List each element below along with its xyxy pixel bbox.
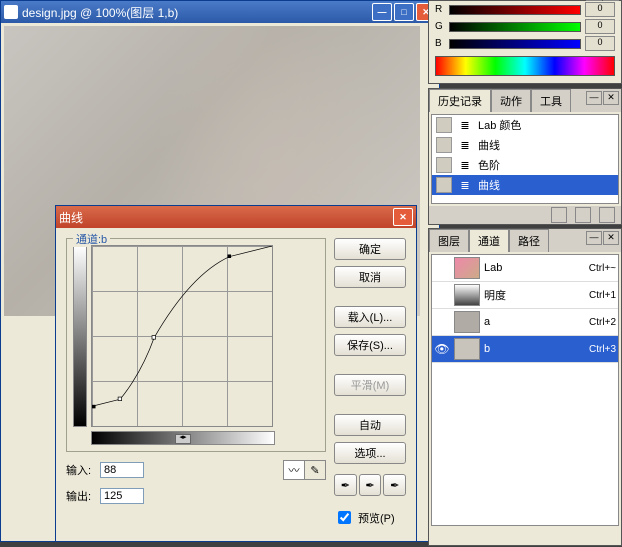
visibility-icon[interactable]: [434, 314, 450, 330]
app-icon: [4, 5, 18, 19]
channel-name: b: [484, 343, 585, 355]
g-label: G: [435, 21, 445, 32]
history-list: ≣ Lab 颜色 ≣ 曲线 ≣ 色阶 ≣ 曲线: [431, 114, 619, 204]
preview-checkbox[interactable]: 预览(P): [334, 508, 406, 527]
history-label: 色阶: [478, 157, 500, 173]
curve-mode-icon[interactable]: 〰: [284, 461, 304, 479]
panel-min-icon[interactable]: ―: [586, 231, 602, 245]
history-item[interactable]: ≣ Lab 颜色: [432, 115, 618, 135]
history-thumb: [436, 117, 452, 133]
b-slider[interactable]: [449, 39, 581, 49]
channel-fieldset: 通道:b ◂▸: [66, 238, 326, 452]
g-value[interactable]: 0: [585, 19, 615, 34]
history-step-icon: ≣: [458, 178, 472, 192]
input-gradient: ◂▸: [91, 431, 275, 445]
smooth-button: 平滑(M): [334, 374, 406, 396]
curves-close-button[interactable]: ✕: [393, 208, 413, 226]
curves-dialog: 曲线 ✕ 通道:b: [55, 205, 417, 542]
channel-item[interactable]: 👁 b Ctrl+3: [432, 336, 618, 363]
load-button[interactable]: 载入(L)...: [334, 306, 406, 328]
color-spectrum[interactable]: [435, 56, 615, 76]
channel-shortcut: Ctrl+3: [589, 344, 616, 355]
history-label: 曲线: [478, 137, 500, 153]
channel-shortcut: Ctrl+~: [589, 263, 616, 274]
cancel-button[interactable]: 取消: [334, 266, 406, 288]
tab-tools[interactable]: 工具: [531, 89, 571, 112]
black-dropper-icon[interactable]: ✒: [334, 474, 357, 496]
history-thumb: [436, 177, 452, 193]
history-thumb: [436, 157, 452, 173]
auto-button[interactable]: 自动: [334, 414, 406, 436]
curve-line[interactable]: [92, 246, 272, 426]
gray-dropper-icon[interactable]: ✒: [359, 474, 382, 496]
panel-close-icon[interactable]: ✕: [603, 91, 619, 105]
channel-thumb: [454, 257, 480, 279]
curves-titlebar[interactable]: 曲线 ✕: [56, 206, 416, 228]
channel-name: a: [484, 316, 585, 328]
visibility-icon[interactable]: [434, 260, 450, 276]
visibility-icon[interactable]: [434, 287, 450, 303]
curves-title: 曲线: [59, 209, 393, 226]
panel-close-icon[interactable]: ✕: [603, 0, 619, 1]
tab-paths[interactable]: 路径: [509, 229, 549, 252]
output-gradient: [73, 245, 87, 427]
history-item[interactable]: ≣ 曲线: [432, 175, 618, 195]
channel-shortcut: Ctrl+1: [589, 290, 616, 301]
tab-layers[interactable]: 图层: [429, 229, 469, 252]
history-panel: ―✕ 历史记录 动作 工具 ≣ Lab 颜色 ≣ 曲线 ≣ 色阶 ≣ 曲线: [428, 88, 622, 225]
r-value[interactable]: 0: [585, 2, 615, 17]
visibility-icon[interactable]: 👁: [434, 341, 450, 357]
panel-close-icon[interactable]: ✕: [603, 231, 619, 245]
pencil-mode-icon[interactable]: ✎: [304, 461, 325, 479]
minimize-button[interactable]: ―: [372, 3, 392, 21]
b-value[interactable]: 0: [585, 36, 615, 51]
channels-panel: ―✕ 图层 通道 路径 Lab Ctrl+~ 明度 Ctrl+1 a Ctrl+2 👁 b Ct…: [428, 228, 622, 546]
channel-thumb: [454, 338, 480, 360]
tab-channels[interactable]: 通道: [469, 229, 509, 252]
channel-name: 明度: [484, 287, 585, 303]
tab-history[interactable]: 历史记录: [429, 89, 491, 112]
output-label: 输出:: [66, 488, 96, 504]
history-label: Lab 颜色: [478, 117, 521, 133]
panel-min-icon[interactable]: ―: [586, 91, 602, 105]
maximize-button[interactable]: □: [394, 3, 414, 21]
r-label: R: [435, 4, 445, 15]
input-field[interactable]: [100, 462, 144, 478]
ok-button[interactable]: 确定: [334, 238, 406, 260]
output-field[interactable]: [100, 488, 144, 504]
history-item[interactable]: ≣ 色阶: [432, 155, 618, 175]
color-panel: ―✕ R 0 G 0 B 0: [428, 0, 622, 84]
channel-item[interactable]: a Ctrl+2: [432, 309, 618, 336]
channel-shortcut: Ctrl+2: [589, 317, 616, 328]
save-button[interactable]: 保存(S)...: [334, 334, 406, 356]
document-titlebar[interactable]: design.jpg @ 100%(图层 1,b) ― □ ✕: [1, 1, 439, 23]
channel-thumb: [454, 311, 480, 333]
history-thumb: [436, 137, 452, 153]
b-label: B: [435, 38, 445, 49]
tab-actions[interactable]: 动作: [491, 89, 531, 112]
r-slider[interactable]: [449, 5, 581, 15]
channel-item[interactable]: Lab Ctrl+~: [432, 255, 618, 282]
history-item[interactable]: ≣ 曲线: [432, 135, 618, 155]
g-slider[interactable]: [449, 22, 581, 32]
history-label: 曲线: [478, 177, 500, 193]
channel-thumb: [454, 284, 480, 306]
channel-list: Lab Ctrl+~ 明度 Ctrl+1 a Ctrl+2 👁 b Ctrl+3: [431, 254, 619, 526]
options-button[interactable]: 选项...: [334, 442, 406, 464]
panel-min-icon[interactable]: ―: [586, 0, 602, 1]
curves-grid[interactable]: [91, 245, 273, 427]
trash-icon[interactable]: [599, 207, 615, 223]
document-title: design.jpg @ 100%(图层 1,b): [22, 4, 372, 21]
input-label: 输入:: [66, 462, 96, 478]
white-dropper-icon[interactable]: ✒: [383, 474, 406, 496]
history-step-icon: ≣: [458, 138, 472, 152]
channel-name: Lab: [484, 262, 585, 274]
history-step-icon: ≣: [458, 158, 472, 172]
gradient-handle[interactable]: ◂▸: [175, 434, 191, 444]
history-step-icon: ≣: [458, 118, 472, 132]
channel-item[interactable]: 明度 Ctrl+1: [432, 282, 618, 309]
new-doc-icon[interactable]: [575, 207, 591, 223]
snapshot-icon[interactable]: [551, 207, 567, 223]
